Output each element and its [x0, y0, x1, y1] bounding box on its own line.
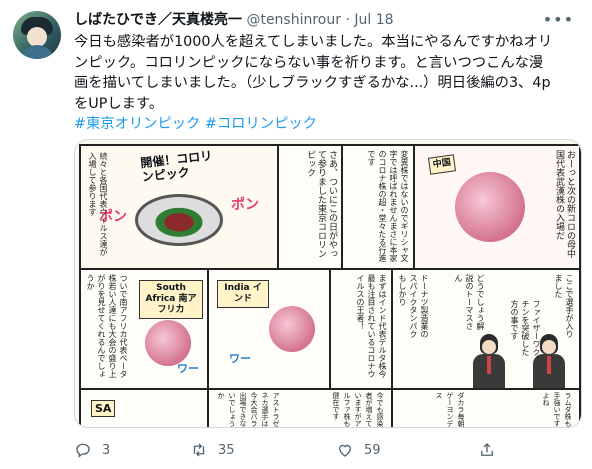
manga-panel-bottom-right: ダカラ毎朝ゲーヨンデス ラムダ株も手強いですよね [391, 388, 581, 427]
narration-13: ドーナツ製造業のスパイクタンパクもしかり [398, 274, 429, 338]
narration-7: ついで南アフリカ代表ベータ株若い人達にも大会の盛り上がりを見せてくれるんでしょう… [86, 274, 128, 378]
more-horizontal-icon[interactable]: ••• [543, 10, 574, 30]
reply-count: 3 [102, 442, 111, 458]
author-name[interactable]: しばたひでき／天真楼亮一 [74, 12, 242, 28]
share-button[interactable] [478, 437, 496, 463]
retweet-icon [193, 443, 205, 457]
reply-icon [76, 443, 90, 458]
separator-dot: · [345, 12, 350, 28]
manga-panel-delta: まずはインド代表デルタ株今最も注目されているコロナウイルスの王者！ [329, 268, 393, 390]
manga-panel-narration: さあ、ついにこの日がやって参りました東京コロリンピック [277, 144, 343, 270]
tweet-actions: 3 35 59 [74, 437, 574, 463]
narration-11: アストラゼネカ選手は今大会パラ出場できないでしょうか [217, 392, 280, 427]
like-button[interactable]: 59 [336, 437, 381, 463]
retweet-count: 35 [218, 442, 235, 458]
tweet[interactable]: しばたひでき／天真楼亮一 @tenshinrour · Jul 18 ••• 今… [0, 0, 592, 469]
tweet-text-line: 今日も感染者が1000人を超えてしまいました。本当にやるんですかねオリ [74, 34, 553, 50]
manga-panel-india: India インド ワー [207, 268, 331, 390]
manga-panel-march: 変異株ではないのでギリシャ文字では呼ばれませんまさに本家のコロナ株の超・堂々たる… [341, 144, 415, 270]
manga-panel-title: 開催！コロリンピック ポン ポン 続々と各国代表ウイルス達が入場して参ります [79, 144, 279, 270]
tweet-header: しばたひでき／天真楼亮一 @tenshinrour · Jul 18 [74, 10, 562, 30]
virus-delta-icon [269, 306, 315, 352]
manga-panel-southafrica: ついで南アフリカ代表ベータ株若い人達にも大会の盛り上がりを見せてくれるんでしょう… [79, 268, 209, 390]
sign-south-africa: South Africa 南アフリカ [139, 280, 203, 319]
tweet-date[interactable]: Jul 18 [354, 12, 393, 28]
tweet-text: 今日も感染者が1000人を超えてしまいました。本当にやるんですかねオリ ンピック… [74, 32, 579, 135]
share-icon [481, 443, 493, 456]
narration-12: ダカラ毎朝ゲーヨンデス [435, 392, 465, 427]
sfx-wa-1: ワー [177, 362, 199, 375]
sign-india: India インド [217, 280, 269, 308]
like-count: 59 [364, 442, 381, 458]
hashtags-link[interactable]: #東京オリンピック #コロリンピック [74, 114, 579, 135]
avatar-face [27, 27, 47, 47]
tweet-text-line: 画を描いてしまいました。（少しブラックすぎるかな...）明日後編の3、4p [74, 75, 551, 91]
narration-8: 今でも感染者が増えていますがアルファ株も健在です [332, 392, 384, 427]
heart-icon [339, 444, 351, 457]
tweet-text-line: ンピック。コロリンピックにならない事を祈ります。と言いつつこんな漫 [74, 54, 544, 71]
narration-9: どうでしょう解説のトーマスさん [454, 274, 485, 330]
manga-panel-bottom-mid: アストラゼネカ選手は今大会パラ出場できないでしょうか 今でも感染者が増えています… [207, 388, 393, 427]
narration-4: おーっと次の新コロの母中国代表武漢株の入場だ [554, 150, 575, 258]
reply-button[interactable]: 3 [74, 437, 110, 463]
retweet-button[interactable]: 35 [190, 437, 235, 463]
sign-china: 中国 [427, 154, 457, 175]
commentator-1 [473, 334, 505, 388]
avatar[interactable] [13, 11, 61, 59]
manga-image[interactable]: 開催！コロリンピック ポン ポン 続々と各国代表ウイルス達が入場して参ります さ… [74, 139, 582, 428]
virus-china-icon [455, 172, 525, 242]
manga-panel-china: 中国 おーっと次の新コロの母中国代表武漢株の入場だ [413, 144, 581, 270]
avatar-body [19, 45, 55, 59]
narration-1: さあ、ついにこの日がやって参りました東京コロリンピック [305, 150, 337, 258]
tweet-text-line: をUPします。 [74, 95, 164, 112]
narration-5: まずはインド代表デルタ株今最も注目されているコロナウイルスの王者！ [356, 274, 387, 378]
sfx-pon-right: ポン [231, 197, 259, 213]
manga-title: 開催！コロリンピック [139, 148, 213, 185]
narration-3: 変異株ではないのでギリシャ文字では呼ばれませんまさに本家のコロナ株の超・堂々たる… [367, 150, 409, 262]
narration-2: 続々と各国代表ウイルス達が入場して参ります [88, 152, 108, 256]
author-handle[interactable]: @tenshinrour [246, 12, 341, 28]
sfx-wa-2: ワー [229, 352, 251, 365]
sign-sa: SA [91, 400, 116, 417]
manga-panel-bottom-left: SA [79, 388, 209, 427]
manga-panel-commentators: どうでしょう解説のトーマスさん ドーナツ製造業のスパイクタンパクもしかり ファイ… [391, 268, 581, 390]
stadium-icon [135, 194, 223, 246]
commentator-2 [533, 334, 565, 388]
narration-14: ラムダ株も手強いですよね [542, 392, 572, 427]
